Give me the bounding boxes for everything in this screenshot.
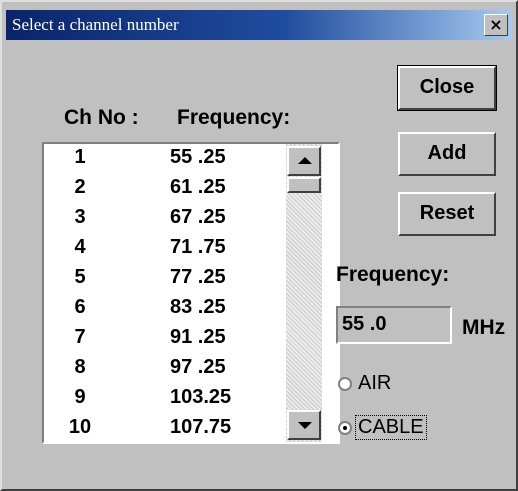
air-radio-label: AIR — [358, 372, 392, 394]
frequency-input[interactable]: 55 .0 — [336, 306, 452, 344]
list-item[interactable]: 2 61 .25 — [44, 174, 284, 200]
add-button[interactable]: Add — [398, 132, 496, 176]
channel-frequency: 103.25 — [170, 386, 232, 408]
channel-number: 6 — [74, 296, 86, 318]
channel-number: 5 — [74, 266, 86, 288]
title-bar[interactable]: Select a channel number × — [6, 10, 512, 40]
channel-frequency: 91 .25 — [170, 326, 226, 348]
channel-list: 1 55 .25 2 61 .25 3 67 .25 4 71 .75 5 77… — [44, 144, 284, 442]
channel-number: 2 — [74, 176, 86, 198]
channel-frequency: 107.75 — [170, 416, 232, 438]
window-title: Select a channel number — [12, 15, 179, 34]
cable-radio-label: CABLE — [355, 415, 427, 440]
close-icon: × — [489, 15, 503, 34]
scroll-up-button[interactable] — [287, 146, 321, 176]
channel-frequency: 71 .75 — [170, 236, 226, 258]
list-item[interactable]: 10 107.75 — [44, 414, 284, 440]
frequency-unit: MHz — [462, 316, 506, 339]
list-item[interactable]: 5 77 .25 — [44, 264, 284, 290]
channel-frequency: 77 .25 — [170, 266, 226, 288]
scroll-down-button[interactable] — [287, 410, 321, 440]
list-item[interactable]: 9 103.25 — [44, 384, 284, 410]
close-button[interactable]: Close — [398, 66, 496, 110]
scroll-up-arrow-icon — [298, 157, 312, 164]
list-scrollbar[interactable] — [286, 144, 322, 442]
channel-number: 3 — [74, 206, 86, 228]
list-item[interactable]: 7 91 .25 — [44, 324, 284, 350]
reset-button[interactable]: Reset — [398, 192, 496, 236]
channel-listbox[interactable]: 1 55 .25 2 61 .25 3 67 .25 4 71 .75 5 77… — [42, 142, 340, 444]
title-close-button[interactable]: × — [484, 14, 508, 36]
channel-number: 9 — [74, 386, 86, 408]
channel-column-header: Ch No : — [64, 106, 139, 129]
channel-frequency: 97 .25 — [170, 356, 226, 378]
air-radio-circle[interactable] — [338, 377, 352, 391]
air-radio[interactable]: AIR — [336, 370, 496, 402]
channel-frequency: 55 .25 — [170, 146, 226, 168]
scroll-thumb[interactable] — [287, 177, 321, 193]
list-item[interactable]: 8 97 .25 — [44, 354, 284, 380]
channel-number: 10 — [68, 416, 92, 438]
cable-radio[interactable]: CABLE — [336, 414, 496, 446]
cable-radio-circle[interactable] — [338, 421, 352, 435]
channel-number: 1 — [74, 146, 86, 168]
channel-frequency: 67 .25 — [170, 206, 226, 228]
channel-number: 4 — [74, 236, 86, 258]
channel-frequency: 83 .25 — [170, 296, 226, 318]
radio-selected-dot — [343, 426, 347, 430]
channel-number: 7 — [74, 326, 86, 348]
channel-dialog: Select a channel number × Ch No : Freque… — [0, 0, 518, 491]
frequency-label: Frequency: — [336, 263, 450, 286]
frequency-column-header: Frequency: — [177, 106, 291, 129]
list-item[interactable]: 3 67 .25 — [44, 204, 284, 230]
list-item[interactable]: 1 55 .25 — [44, 144, 284, 170]
scroll-down-arrow-icon — [298, 422, 312, 429]
list-item[interactable]: 6 83 .25 — [44, 294, 284, 320]
channel-number: 8 — [74, 356, 86, 378]
channel-frequency: 61 .25 — [170, 176, 226, 198]
list-item[interactable]: 4 71 .75 — [44, 234, 284, 260]
